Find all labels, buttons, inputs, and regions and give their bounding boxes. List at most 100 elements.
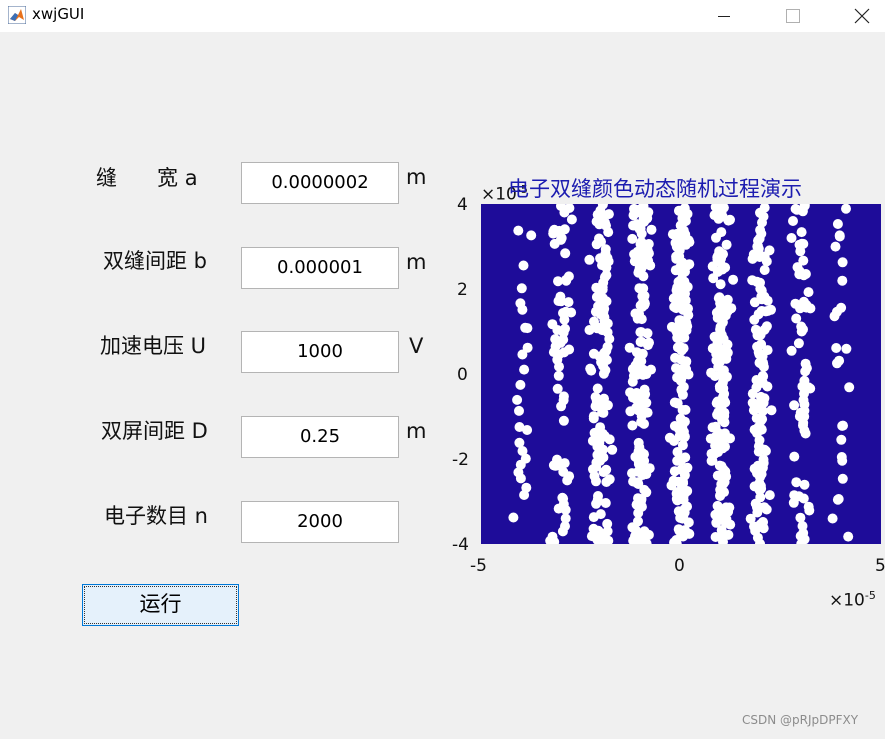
maximize-button[interactable] bbox=[770, 0, 816, 32]
electron-point bbox=[721, 239, 732, 250]
y-tick: -2 bbox=[452, 450, 469, 470]
electron-point bbox=[786, 233, 797, 243]
electron-point bbox=[636, 417, 647, 427]
electron-point bbox=[676, 373, 687, 384]
voltage-input[interactable]: 1000 bbox=[241, 331, 399, 373]
electron-point bbox=[635, 327, 646, 338]
electron-point bbox=[595, 422, 606, 433]
electron-point bbox=[554, 225, 565, 236]
electron-point bbox=[669, 421, 680, 431]
electron-point bbox=[677, 440, 688, 451]
close-button[interactable] bbox=[839, 0, 885, 32]
electron-point bbox=[553, 370, 564, 381]
electron-count-input[interactable]: 2000 bbox=[241, 501, 399, 543]
y-tick: 0 bbox=[457, 365, 468, 385]
electron-point bbox=[834, 355, 845, 366]
plot-area[interactable] bbox=[481, 204, 881, 544]
electron-point bbox=[745, 513, 756, 524]
minimize-button[interactable] bbox=[701, 0, 747, 32]
electron-point bbox=[598, 467, 609, 478]
electron-point bbox=[599, 312, 610, 323]
electron-point bbox=[836, 434, 847, 445]
electron-point bbox=[601, 477, 612, 487]
electron-point bbox=[799, 405, 810, 416]
electron-point bbox=[517, 349, 528, 360]
electron-point bbox=[592, 383, 603, 394]
electron-point bbox=[716, 253, 726, 264]
electron-point bbox=[591, 476, 601, 487]
electron-point bbox=[754, 478, 765, 489]
electron-point bbox=[634, 349, 645, 360]
electron-point bbox=[633, 446, 644, 457]
voltage-label: 加速电压 U bbox=[100, 334, 207, 358]
electron-point bbox=[590, 306, 601, 317]
electron-point bbox=[590, 401, 601, 412]
electron-point bbox=[560, 504, 571, 515]
electron-point bbox=[514, 405, 524, 416]
electron-point bbox=[627, 233, 638, 244]
maximize-icon bbox=[786, 9, 800, 23]
electron-point bbox=[635, 529, 646, 540]
electron-point bbox=[549, 238, 560, 249]
electron-point bbox=[715, 490, 726, 501]
electron-point bbox=[588, 523, 599, 534]
electron-point bbox=[713, 427, 724, 438]
electron-point bbox=[716, 479, 727, 490]
electron-point bbox=[758, 523, 769, 534]
electron-point bbox=[837, 473, 848, 484]
electron-point bbox=[790, 204, 801, 214]
electron-point bbox=[717, 264, 728, 275]
electron-point bbox=[711, 445, 722, 455]
electron-point bbox=[682, 208, 693, 219]
electron-point bbox=[792, 262, 803, 273]
title-bar: xwjGUI bbox=[0, 0, 885, 32]
slit-width-input[interactable]: 0.0000002 bbox=[241, 162, 399, 204]
electron-point bbox=[841, 343, 852, 354]
electron-point bbox=[547, 531, 558, 542]
electron-point bbox=[666, 321, 677, 332]
electron-point bbox=[830, 241, 841, 252]
electron-point bbox=[827, 513, 838, 524]
electron-point bbox=[588, 464, 598, 475]
electron-point bbox=[632, 313, 643, 324]
electron-point bbox=[637, 297, 648, 308]
electron-point bbox=[716, 469, 727, 480]
electron-point bbox=[720, 372, 731, 383]
electron-point bbox=[799, 375, 810, 386]
electron-point bbox=[831, 343, 842, 353]
y-tick: 4 bbox=[457, 195, 468, 215]
x-tick: 5 bbox=[875, 556, 885, 576]
electron-point bbox=[627, 420, 638, 431]
electron-point bbox=[635, 223, 646, 234]
slit-spacing-input[interactable]: 0.000001 bbox=[241, 247, 399, 289]
run-button[interactable]: 运行 bbox=[82, 584, 239, 626]
electron-point bbox=[678, 494, 689, 505]
minimize-icon bbox=[718, 15, 730, 17]
electron-point bbox=[640, 251, 651, 262]
electron-point bbox=[759, 265, 770, 275]
electron-point bbox=[602, 518, 613, 529]
electron-point bbox=[795, 303, 805, 314]
electron-point bbox=[764, 490, 775, 501]
electron-point bbox=[837, 455, 848, 466]
electron-point bbox=[559, 314, 570, 325]
slit-width-label: 缝 宽 a bbox=[96, 166, 198, 190]
electron-point bbox=[562, 475, 573, 486]
electron-point bbox=[517, 304, 528, 315]
electron-point bbox=[680, 452, 691, 463]
electron-point bbox=[837, 257, 848, 268]
electron-point bbox=[844, 382, 855, 393]
electron-point bbox=[592, 209, 603, 220]
electron-point bbox=[725, 214, 735, 225]
electron-point bbox=[672, 398, 683, 409]
electron-point bbox=[603, 209, 614, 220]
electron-point bbox=[756, 228, 767, 239]
electron-point bbox=[750, 498, 761, 509]
electron-point bbox=[594, 219, 605, 230]
electron-point bbox=[716, 461, 727, 472]
screen-distance-input[interactable]: 0.25 bbox=[241, 416, 399, 458]
electron-point bbox=[669, 436, 679, 446]
electron-point bbox=[753, 248, 764, 259]
electron-point bbox=[515, 473, 526, 484]
electron-point bbox=[716, 345, 727, 356]
